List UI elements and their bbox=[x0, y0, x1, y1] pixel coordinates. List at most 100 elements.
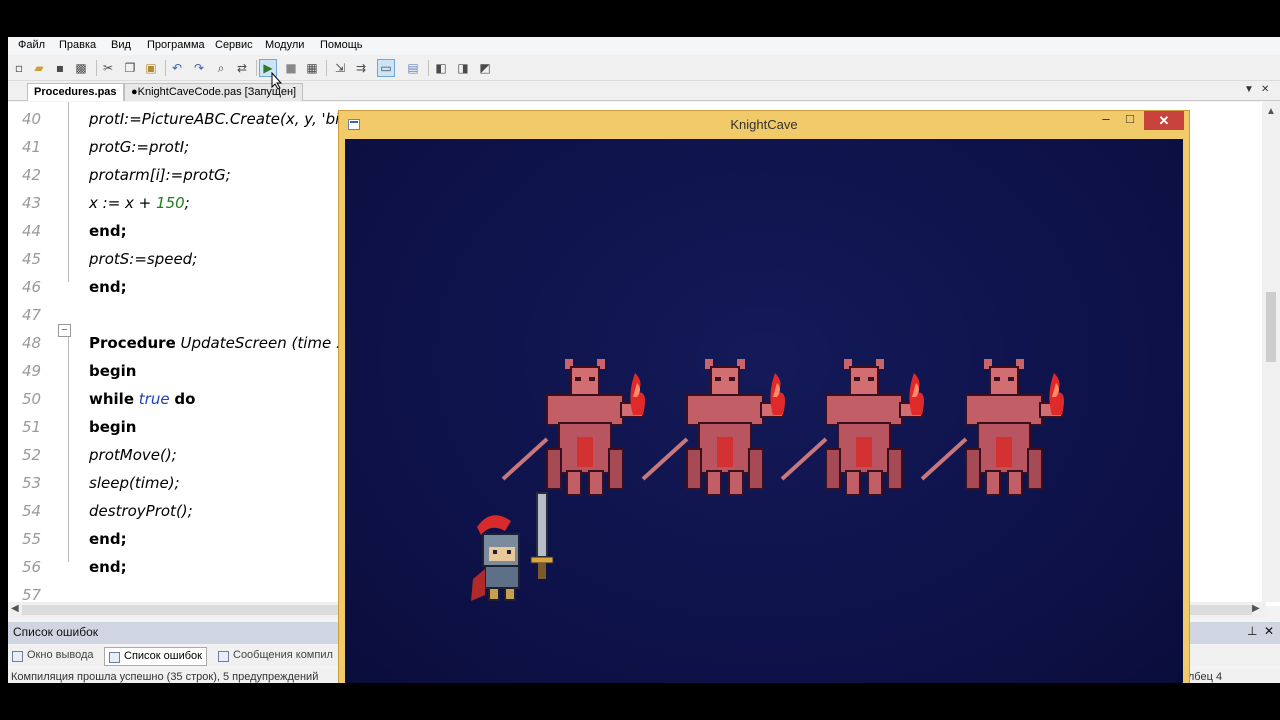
toolbar: ▫ ▰ ▪ ▩ ✂ ❐ ▣ ↶ ↷ ⌕ ⇄ ▶ ■ ▦ ⇲ ⇉ ▭ ▤ ◧ ◨ … bbox=[8, 55, 1280, 81]
fold-guide bbox=[68, 102, 69, 282]
paste-icon[interactable]: ▣ bbox=[142, 59, 160, 77]
copy-icon[interactable]: ❐ bbox=[121, 59, 139, 77]
forward-icon[interactable]: ◨ bbox=[454, 59, 472, 77]
tab-procedures[interactable]: Procedures.pas bbox=[27, 83, 124, 101]
code-line: protMove(); bbox=[89, 446, 177, 464]
replace-icon[interactable]: ⇄ bbox=[233, 59, 251, 77]
demon-enemy bbox=[920, 357, 1066, 497]
close-window-button[interactable]: ✕ bbox=[1144, 111, 1184, 130]
mouse-cursor-icon bbox=[271, 72, 283, 90]
line-number: 44 bbox=[22, 222, 42, 240]
console-icon[interactable]: ▭ bbox=[377, 59, 395, 77]
video-letterbox-left bbox=[0, 37, 8, 683]
line-number: 50 bbox=[22, 390, 42, 408]
code-line: begin bbox=[89, 362, 137, 380]
error-list-icon bbox=[109, 652, 120, 663]
fold-collapse-icon[interactable]: − bbox=[58, 324, 71, 337]
form-icon[interactable]: ▤ bbox=[404, 59, 422, 77]
code-line: destroyProt(); bbox=[89, 502, 193, 520]
fullscreen-icon[interactable]: ◩ bbox=[476, 59, 494, 77]
line-number: 53 bbox=[22, 474, 42, 492]
close-tab-icon[interactable]: ✕ bbox=[1261, 84, 1269, 95]
tab-output-window[interactable]: Окно вывода bbox=[8, 647, 98, 666]
code-line: end; bbox=[89, 530, 127, 548]
tab-compiler-messages[interactable]: Сообщения компил bbox=[214, 647, 337, 666]
game-window: KnightCave – □ ✕ bbox=[338, 110, 1190, 691]
code-line: while true do bbox=[89, 390, 196, 408]
menu-service[interactable]: Сервис bbox=[215, 39, 253, 51]
undo-icon[interactable]: ↶ bbox=[168, 59, 186, 77]
toolbar-separator bbox=[165, 60, 166, 76]
tab-error-list[interactable]: Список ошибок bbox=[104, 647, 207, 666]
line-number-gutter: 40 41 42 43 44 45 46 47 48 49 50 51 52 5… bbox=[8, 102, 58, 606]
code-line: protarm[i]:=protG; bbox=[89, 166, 231, 184]
scroll-right-icon[interactable]: ▶ bbox=[1252, 603, 1260, 614]
scroll-left-icon[interactable]: ◀ bbox=[11, 603, 19, 614]
editor-vertical-scrollbar[interactable]: ▲ bbox=[1262, 102, 1280, 602]
tab-list-dropdown-icon[interactable]: ▼ bbox=[1244, 84, 1254, 95]
line-number: 47 bbox=[22, 306, 42, 324]
line-number: 52 bbox=[22, 446, 42, 464]
tab-label: Сообщения компил bbox=[233, 649, 333, 661]
menu-file[interactable]: Файл bbox=[18, 39, 45, 51]
demon-enemy bbox=[501, 357, 647, 497]
pin-icon[interactable]: ⊥ bbox=[1247, 624, 1257, 638]
game-window-title: KnightCave bbox=[730, 117, 798, 132]
cut-icon[interactable]: ✂ bbox=[99, 59, 117, 77]
toolbar-separator bbox=[428, 60, 429, 76]
video-letterbox-top bbox=[0, 0, 1280, 37]
fold-guide bbox=[68, 332, 69, 562]
menu-help[interactable]: Помощь bbox=[320, 39, 363, 51]
menu-view[interactable]: Вид bbox=[111, 39, 131, 51]
toolbar-separator bbox=[326, 60, 327, 76]
save-icon[interactable]: ▪ bbox=[51, 59, 69, 77]
code-line: end; bbox=[89, 558, 127, 576]
debug-over-icon[interactable]: ⇉ bbox=[352, 59, 370, 77]
error-panel-title: Список ошибок bbox=[13, 625, 99, 639]
code-line: x := x + 150; bbox=[89, 194, 190, 212]
back-icon[interactable]: ◧ bbox=[432, 59, 450, 77]
tab-label: Список ошибок bbox=[124, 650, 202, 662]
close-panel-icon[interactable]: ✕ bbox=[1264, 624, 1274, 638]
video-letterbox-bottom bbox=[0, 683, 1280, 720]
compile-icon[interactable]: ▦ bbox=[303, 59, 321, 77]
debug-step-icon[interactable]: ⇲ bbox=[331, 59, 349, 77]
knight-player bbox=[471, 492, 554, 601]
toolbar-separator bbox=[96, 60, 97, 76]
line-number: 43 bbox=[22, 194, 42, 212]
demon-enemy bbox=[780, 357, 926, 497]
output-window-icon bbox=[12, 651, 23, 662]
line-number: 41 bbox=[22, 138, 42, 156]
code-line: protI:=PictureABC.Create(x, y, 'bi bbox=[89, 110, 340, 128]
code-line: Procedure UpdateScreen (time : i bbox=[89, 334, 351, 352]
maximize-button[interactable]: □ bbox=[1117, 111, 1143, 131]
minimize-button[interactable]: – bbox=[1093, 111, 1119, 131]
scroll-up-icon[interactable]: ▲ bbox=[1266, 106, 1276, 117]
line-number: 48 bbox=[22, 334, 42, 352]
save-all-icon[interactable]: ▩ bbox=[72, 59, 90, 77]
game-canvas[interactable] bbox=[345, 139, 1183, 691]
status-message: Компиляция прошла успешно (35 строк), 5 … bbox=[11, 671, 319, 683]
file-tab-strip: Procedures.pas ●KnightCaveCode.pas [Запу… bbox=[8, 81, 1280, 101]
menu-edit[interactable]: Правка bbox=[59, 39, 96, 51]
menu-modules[interactable]: Модули bbox=[265, 39, 304, 51]
line-number: 51 bbox=[22, 418, 42, 436]
scroll-thumb[interactable] bbox=[1266, 292, 1276, 362]
menu-bar: Файл Правка Вид Программа Сервис Модули … bbox=[8, 37, 1280, 55]
find-icon[interactable]: ⌕ bbox=[212, 59, 230, 77]
compiler-messages-icon bbox=[218, 651, 229, 662]
line-number: 54 bbox=[22, 502, 42, 520]
toolbar-separator bbox=[256, 60, 257, 76]
line-number: 40 bbox=[22, 110, 42, 128]
game-window-titlebar[interactable]: KnightCave – □ ✕ bbox=[339, 111, 1189, 138]
open-icon[interactable]: ▰ bbox=[30, 59, 48, 77]
menu-program[interactable]: Программа bbox=[147, 39, 205, 51]
line-number: 49 bbox=[22, 362, 42, 380]
stop-icon[interactable]: ■ bbox=[282, 59, 300, 77]
code-line: end; bbox=[89, 222, 127, 240]
redo-icon[interactable]: ↷ bbox=[190, 59, 208, 77]
new-file-icon[interactable]: ▫ bbox=[10, 59, 28, 77]
tab-label: Окно вывода bbox=[27, 649, 94, 661]
line-number: 55 bbox=[22, 530, 42, 548]
code-line: begin bbox=[89, 418, 137, 436]
